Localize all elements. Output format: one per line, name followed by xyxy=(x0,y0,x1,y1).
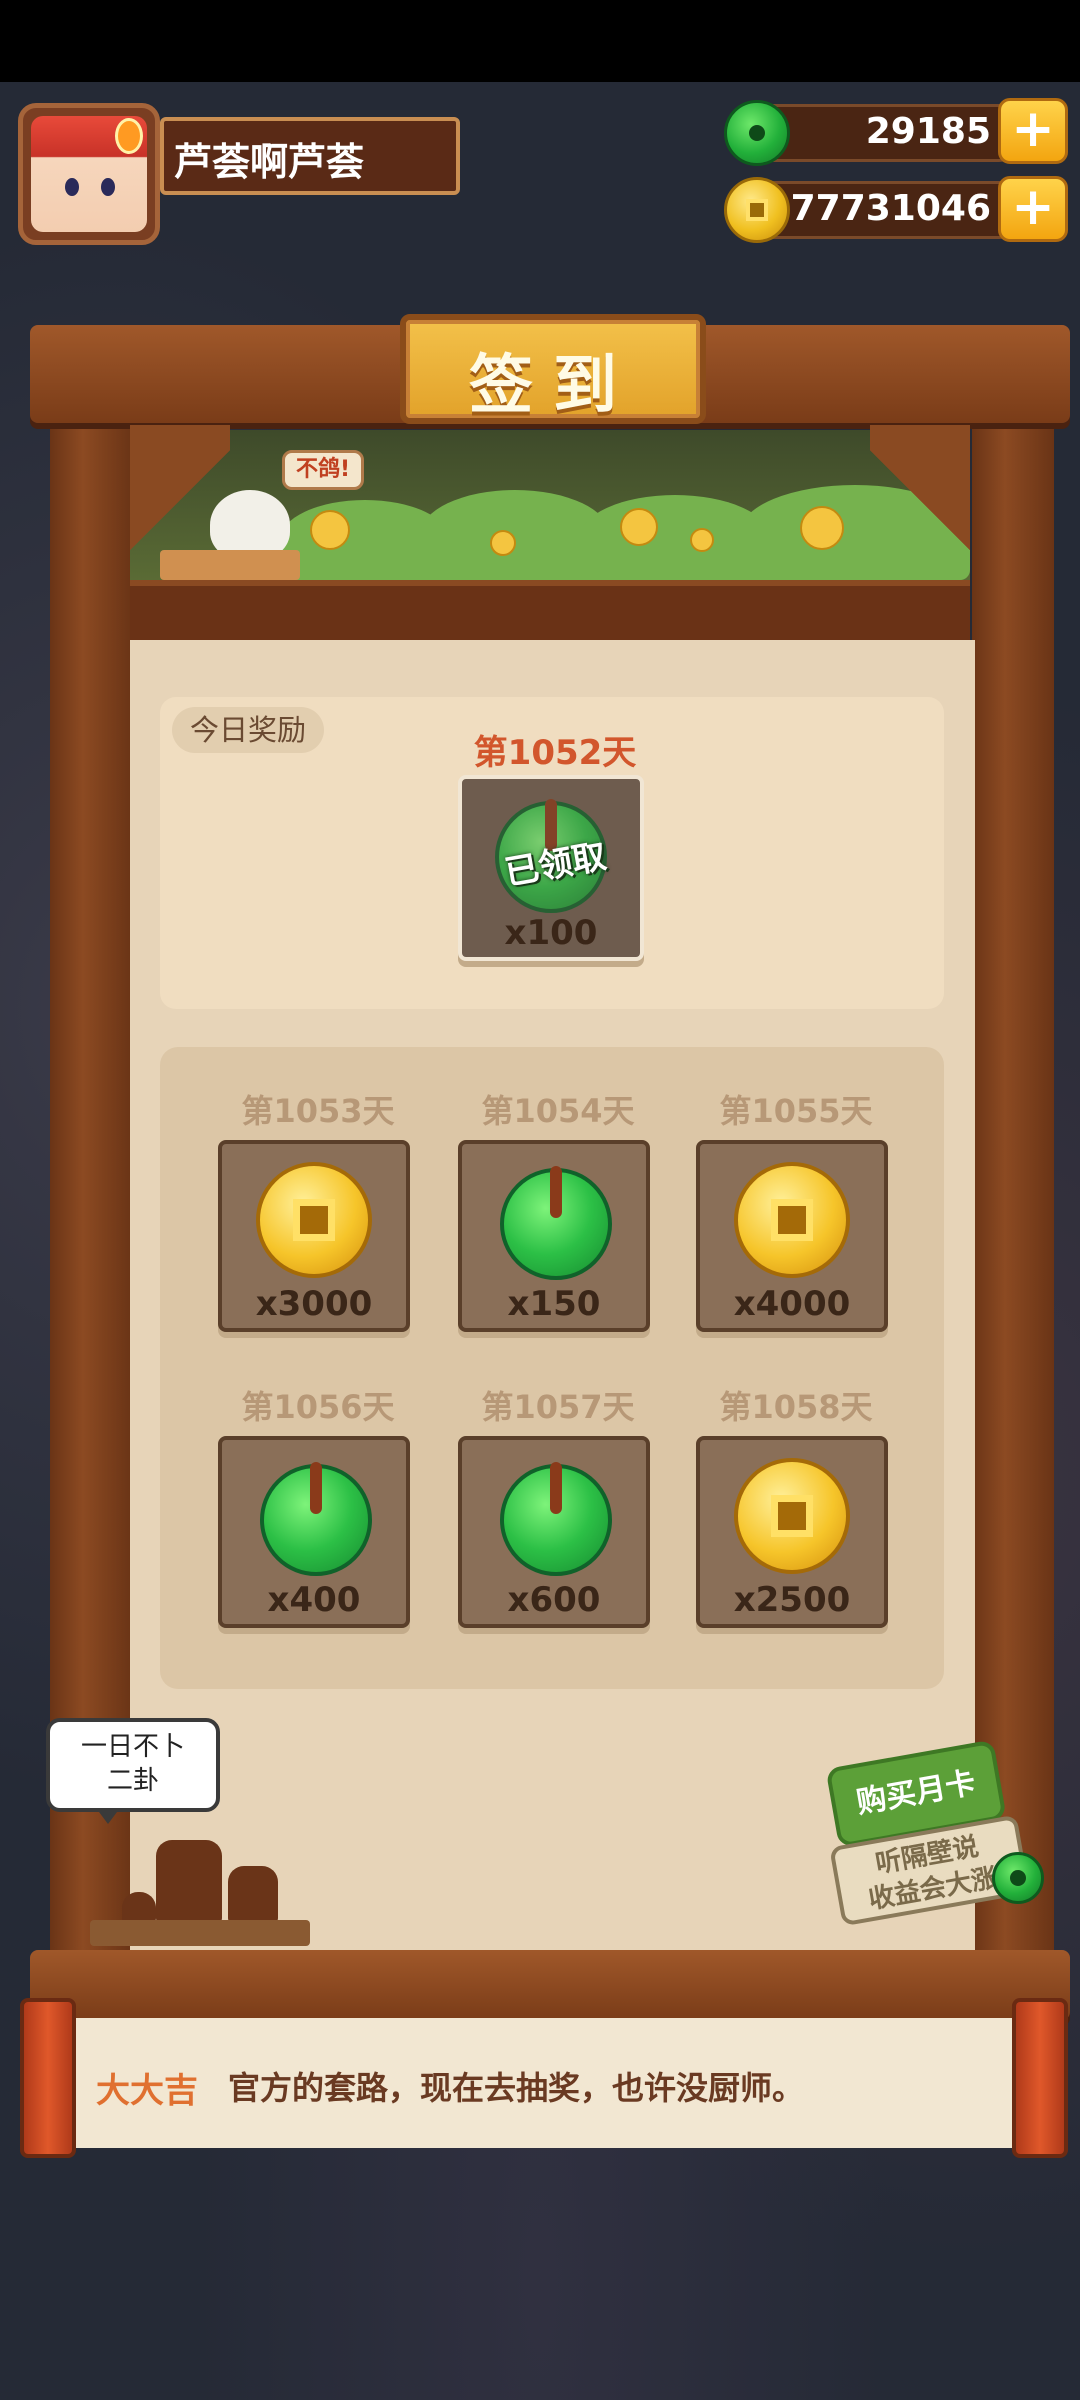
reward-qty: x150 xyxy=(507,1284,601,1324)
day-label: 第1057天 xyxy=(481,1388,635,1426)
reward-qty: x3000 xyxy=(255,1284,373,1324)
sq xyxy=(771,1495,813,1537)
gold-coin-icon xyxy=(734,1162,850,1278)
avatar-eye-right xyxy=(101,178,115,196)
jade-coin-icon xyxy=(500,1462,612,1576)
jade-hole xyxy=(1010,1870,1026,1886)
jade-coin-icon xyxy=(724,100,790,166)
rope xyxy=(550,1462,562,1514)
jar-icon xyxy=(156,1840,222,1924)
jade-amount: 29185 xyxy=(865,111,991,152)
fortune-text: 官方的套路，现在去抽奖，也许没厨师。 xyxy=(228,2069,805,2107)
reward-qty: x600 xyxy=(507,1580,601,1620)
reward-qty: x4000 xyxy=(733,1284,851,1324)
right-post xyxy=(972,380,1054,1970)
add-gold-button[interactable]: + xyxy=(998,176,1068,242)
flower xyxy=(310,510,350,550)
reward-qty: x400 xyxy=(267,1580,361,1620)
gold-coin-icon xyxy=(724,177,790,243)
player-name-plate: 芦荟啊芦荟 xyxy=(160,117,460,195)
flower xyxy=(690,528,714,552)
reward-card-day-1055[interactable]: x4000 xyxy=(696,1140,888,1332)
signin-title-plaque: 签到 xyxy=(400,314,706,424)
fortune-level: 大大吉 xyxy=(96,2071,198,2111)
scroll-end-right xyxy=(1012,1998,1068,2158)
gold-amount: 77731046 xyxy=(790,188,991,229)
sq xyxy=(771,1199,813,1241)
jade-coin-icon xyxy=(260,1462,372,1576)
jar-icon xyxy=(228,1866,278,1924)
today-reward-tag: 今日奖励 xyxy=(172,707,325,753)
jade-coin-icon xyxy=(992,1852,1044,1904)
gold-coin-icon xyxy=(256,1162,372,1278)
reward-card-day-1053[interactable]: x3000 xyxy=(218,1140,410,1332)
speech-tail xyxy=(96,1808,120,1824)
today-day-label: 第1052天 xyxy=(473,733,637,773)
rope xyxy=(310,1462,322,1514)
reward-card-day-1054[interactable]: x150 xyxy=(458,1140,650,1332)
speech-line-2: 二卦 xyxy=(106,1766,159,1796)
gold-coin-icon xyxy=(734,1458,850,1574)
fire-badge-icon xyxy=(115,118,143,154)
day-label: 第1055天 xyxy=(719,1092,873,1130)
scroll-end-left xyxy=(20,1998,76,2158)
reward-qty: x2500 xyxy=(733,1580,851,1620)
day-label: 第1056天 xyxy=(241,1388,395,1426)
add-jade-button[interactable]: + xyxy=(998,98,1068,164)
player-avatar[interactable] xyxy=(18,103,160,245)
speech-line-1: 一日不卜 xyxy=(80,1732,185,1762)
reward-card-day-1056[interactable]: x400 xyxy=(218,1436,410,1628)
reward-card-day-1057[interactable]: x600 xyxy=(458,1436,650,1628)
signin-title: 签到 xyxy=(469,349,637,423)
today-reward-qty: x100 xyxy=(504,913,598,953)
bird-speech-bubble: 不鸽! xyxy=(282,450,364,490)
player-name: 芦荟啊芦荟 xyxy=(174,140,365,184)
flower xyxy=(800,506,844,550)
today-reward-card[interactable]: 已领取 x100 xyxy=(458,775,644,961)
right-brace xyxy=(870,425,970,575)
day-label: 第1054天 xyxy=(481,1092,635,1130)
shopkeeper-speech-bubble: 一日不卜 二卦 xyxy=(46,1718,220,1812)
status-bar xyxy=(0,0,1080,82)
jade-coin-icon xyxy=(500,1166,612,1280)
jade-hole xyxy=(749,125,765,141)
reward-card-day-1058[interactable]: x2500 xyxy=(696,1436,888,1628)
shelf xyxy=(90,1920,310,1946)
flower xyxy=(490,530,516,556)
carved-rail xyxy=(130,580,970,646)
bottom-beam xyxy=(30,1950,1070,2020)
flower xyxy=(620,508,658,546)
day-label: 第1058天 xyxy=(719,1388,873,1426)
coin-hole xyxy=(746,199,768,221)
day-label: 第1053天 xyxy=(241,1092,395,1130)
avatar-eye-left xyxy=(65,178,79,196)
bush-decoration: 不鸽! xyxy=(130,430,970,580)
sq xyxy=(293,1199,335,1241)
rope xyxy=(550,1166,562,1218)
left-brace xyxy=(130,425,230,575)
